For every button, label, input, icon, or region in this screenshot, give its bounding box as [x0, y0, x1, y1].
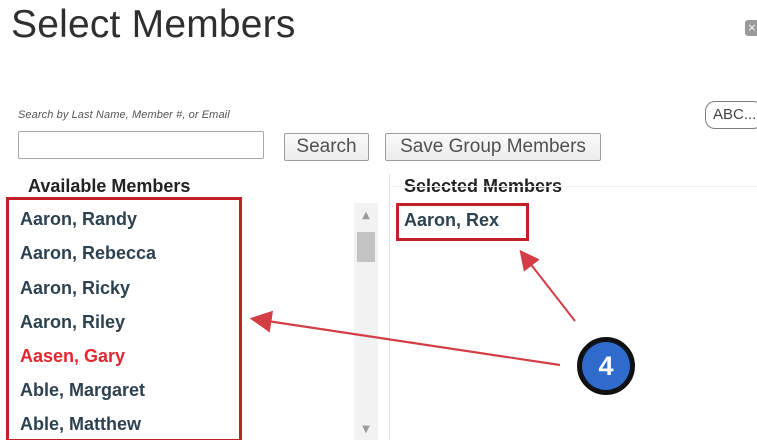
dialog-title: Select Members	[11, 3, 296, 46]
abc-button[interactable]: ABC...	[705, 101, 757, 129]
available-members-heading: Available Members	[28, 176, 191, 196]
column-divider	[389, 174, 390, 440]
search-button[interactable]: Search	[284, 133, 369, 161]
available-members-scrollbar[interactable]: ▲ ▼	[354, 203, 378, 440]
scroll-up-icon[interactable]: ▲	[354, 207, 378, 225]
search-input[interactable]	[18, 131, 264, 159]
close-icon: ×	[747, 21, 757, 34]
available-members-highlight-box	[6, 197, 242, 440]
scroll-thumb[interactable]	[357, 232, 375, 262]
close-button[interactable]: ×	[745, 20, 757, 36]
arrow-to-available-list	[249, 310, 561, 367]
select-members-dialog: Select Members × Search by Last Name, Me…	[0, 0, 757, 440]
selected-header-line	[389, 186, 757, 187]
arrow-to-selected-member	[519, 249, 576, 322]
selected-member-highlight-box	[396, 203, 529, 241]
scroll-down-icon[interactable]: ▼	[354, 421, 378, 439]
save-group-members-button[interactable]: Save Group Members	[385, 133, 601, 161]
step-badge: 4	[577, 337, 635, 395]
search-label: Search by Last Name, Member #, or Email	[18, 109, 230, 121]
